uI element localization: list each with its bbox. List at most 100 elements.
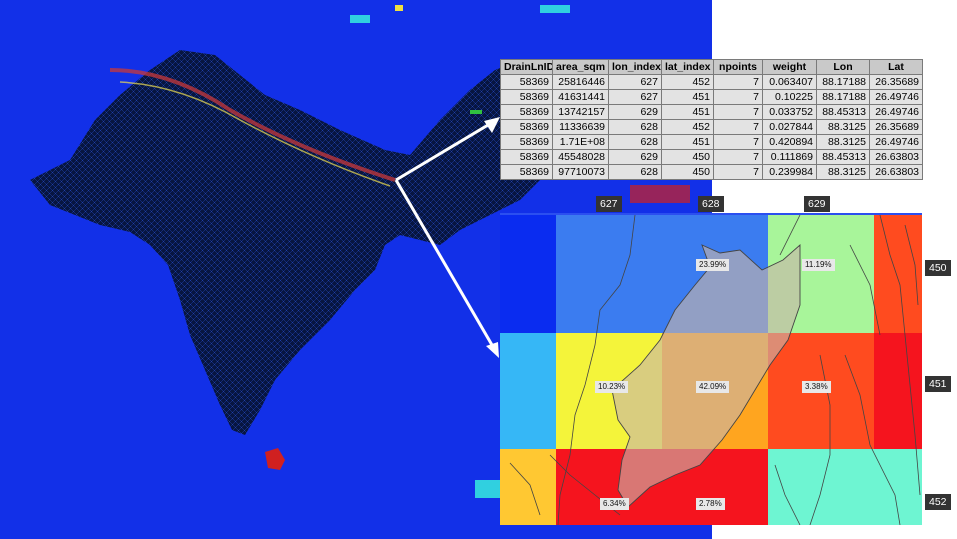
col-header: npoints [713, 59, 763, 75]
table-row: 58369 13742157 629 451 7 0.033752 88.45313 26.4… [500, 104, 923, 120]
table-cell: 452 [661, 74, 714, 90]
table-cell: 628 [608, 164, 662, 180]
percentage-label: 11.19% [802, 259, 835, 271]
grid-cell [500, 449, 556, 525]
percentage-label: 3.38% [802, 381, 831, 393]
table-cell: 0.10225 [762, 89, 817, 105]
lat-index-tag: 450 [925, 260, 951, 276]
grid-cell [500, 333, 556, 449]
table-cell: 41631441 [552, 89, 609, 105]
percentage-label: 10.23% [595, 381, 629, 393]
percentage-label: 6.34% [600, 498, 629, 510]
table-cell: 627 [608, 74, 662, 90]
col-header: lat_index [661, 59, 714, 75]
table-cell: 58369 [500, 134, 553, 150]
table-row: 58369 41631441 627 451 7 0.10225 88.17188 26.49… [500, 89, 923, 105]
table-cell: 45548028 [552, 149, 609, 165]
table-cell: 58369 [500, 119, 553, 135]
table-row: 58369 25816446 627 452 7 0.063407 88.17188 26.3… [500, 74, 923, 90]
table-cell: 0.027844 [762, 119, 817, 135]
table-cell: 26.49746 [869, 104, 923, 120]
table-cell: 11336639 [552, 119, 609, 135]
table-cell: 450 [661, 149, 714, 165]
table-cell: 7 [713, 89, 763, 105]
table-cell: 88.45313 [816, 104, 870, 120]
table-cell: 0.420894 [762, 134, 817, 150]
table-cell: 7 [713, 134, 763, 150]
table-cell: 7 [713, 149, 763, 165]
grid-cell [874, 215, 922, 333]
coast-pixels [395, 5, 403, 11]
table-cell: 451 [661, 134, 714, 150]
table-cell: 628 [608, 134, 662, 150]
table-cell: 451 [661, 104, 714, 120]
coast-pixels [540, 5, 570, 13]
table-row: 58369 97710073 628 450 7 0.239984 88.3125 26.63… [500, 164, 923, 180]
table-cell: 13742157 [552, 104, 609, 120]
coast-pixels [630, 185, 690, 203]
table-cell: 58369 [500, 149, 553, 165]
col-header: Lon [816, 59, 870, 75]
grid-cell [768, 449, 874, 525]
table-cell: 58369 [500, 164, 553, 180]
table-cell: 7 [713, 104, 763, 120]
sri-lanka [265, 448, 285, 470]
grid-cell [500, 215, 556, 333]
table-header-row: DrainLnID area_sqm lon_index lat_index n… [500, 59, 923, 75]
weights-table: DrainLnID area_sqm lon_index lat_index n… [500, 59, 923, 180]
lon-index-tag: 628 [698, 196, 724, 212]
percentage-label: 42.09% [696, 381, 730, 393]
grid-zoom-panel: 23.99% 11.19% 10.23% 42.09% 3.38% 6.34% … [500, 213, 922, 525]
table-cell: 7 [713, 119, 763, 135]
grid-cell [556, 215, 662, 333]
table-cell: 58369 [500, 74, 553, 90]
col-header: lon_index [608, 59, 662, 75]
table-cell: 452 [661, 119, 714, 135]
table-cell: 88.3125 [816, 164, 870, 180]
subcontinent-landmass [30, 50, 560, 435]
table-cell: 26.35689 [869, 119, 923, 135]
table-cell: 58369 [500, 89, 553, 105]
table-cell: 97710073 [552, 164, 609, 180]
lon-index-tag: 627 [596, 196, 622, 212]
percentage-label: 23.99% [696, 259, 730, 271]
table-cell: 7 [713, 74, 763, 90]
table-cell: 0.063407 [762, 74, 817, 90]
table-cell: 26.35689 [869, 74, 923, 90]
table-cell: 1.71E+08 [552, 134, 609, 150]
lon-index-tag: 629 [804, 196, 830, 212]
table-cell: 88.17188 [816, 89, 870, 105]
table-cell: 450 [661, 164, 714, 180]
table-cell: 88.3125 [816, 119, 870, 135]
table-cell: 0.239984 [762, 164, 817, 180]
table-row: 58369 1.71E+08 628 451 7 0.420894 88.3125 26.49… [500, 134, 923, 150]
table-cell: 26.49746 [869, 89, 923, 105]
table-cell: 58369 [500, 104, 553, 120]
table-cell: 26.63803 [869, 164, 923, 180]
table-row: 58369 11336639 628 452 7 0.027844 88.3125 26.35… [500, 119, 923, 135]
table-cell: 7 [713, 164, 763, 180]
coast-pixels [350, 15, 370, 23]
table-cell: 629 [608, 149, 662, 165]
table-cell: 88.45313 [816, 149, 870, 165]
lat-index-tag: 452 [925, 494, 951, 510]
table-cell: 25816446 [552, 74, 609, 90]
coast-pixels [475, 480, 500, 498]
table-row: 58369 45548028 629 450 7 0.111869 88.45313 26.6… [500, 149, 923, 165]
col-header: DrainLnID [500, 59, 553, 75]
col-header: Lat [869, 59, 923, 75]
table-cell: 0.111869 [762, 149, 817, 165]
table-cell: 628 [608, 119, 662, 135]
table-cell: 629 [608, 104, 662, 120]
table-cell: 0.033752 [762, 104, 817, 120]
percentage-label: 2.78% [696, 498, 725, 510]
table-cell: 88.17188 [816, 74, 870, 90]
lat-index-tag: 451 [925, 376, 951, 392]
arrow-head-grid [486, 342, 499, 358]
table-cell: 26.63803 [869, 149, 923, 165]
table-cell: 451 [661, 89, 714, 105]
table-cell: 88.3125 [816, 134, 870, 150]
col-header: area_sqm [552, 59, 609, 75]
coast-pixels [470, 110, 482, 114]
table-cell: 627 [608, 89, 662, 105]
